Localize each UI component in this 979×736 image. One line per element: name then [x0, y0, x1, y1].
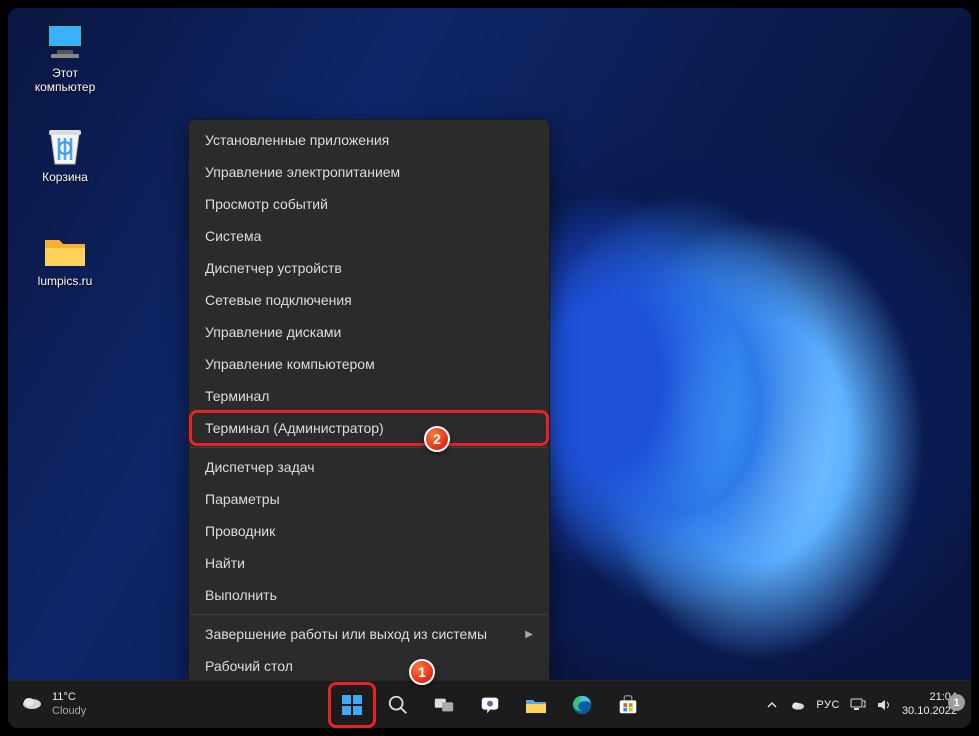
folder-icon	[41, 228, 89, 272]
menu-item-terminal-admin[interactable]: Терминал (Администратор)	[189, 412, 549, 444]
windows-logo-icon	[340, 693, 364, 717]
file-explorer-button[interactable]	[516, 685, 556, 725]
menu-item-device-manager[interactable]: Диспетчер устройств	[189, 252, 549, 284]
menu-separator	[190, 447, 548, 448]
search-button[interactable]	[378, 685, 418, 725]
winx-context-menu: Установленные приложения Управление элек…	[188, 119, 550, 687]
pc-icon	[41, 20, 89, 64]
start-button[interactable]	[332, 685, 372, 725]
edge-icon	[571, 694, 593, 716]
weather-temp: 11°C	[52, 691, 86, 704]
taskbar-right: РУС 21:04 30.10.2022	[764, 691, 957, 717]
search-icon	[387, 694, 409, 716]
menu-separator	[190, 614, 548, 615]
menu-item-terminal[interactable]: Терминал	[189, 380, 549, 412]
weather-icon	[20, 690, 44, 718]
chat-icon	[479, 694, 501, 716]
recycle-bin-icon	[41, 124, 89, 168]
weather-condition: Cloudy	[52, 705, 86, 718]
chevron-right-icon: ▶	[525, 629, 533, 640]
desktop-icon-recycle-bin[interactable]: Корзина	[26, 124, 104, 184]
menu-item-task-manager[interactable]: Диспетчер задач	[189, 451, 549, 483]
folder-icon	[524, 693, 548, 717]
store-button[interactable]	[608, 685, 648, 725]
menu-item-desktop[interactable]: Рабочий стол	[189, 650, 549, 682]
menu-item-explorer[interactable]: Проводник	[189, 515, 549, 547]
menu-item-installed-apps[interactable]: Установленные приложения	[189, 124, 549, 156]
menu-item-run[interactable]: Выполнить	[189, 579, 549, 611]
volume-icon[interactable]	[876, 697, 892, 713]
task-view-icon	[433, 694, 455, 716]
desktop-icon-label: lumpics.ru	[26, 274, 104, 288]
desktop-icon-this-pc[interactable]: Этот компьютер	[26, 20, 104, 95]
menu-item-search[interactable]: Найти	[189, 547, 549, 579]
callout-badge-1: 1	[409, 659, 435, 685]
menu-item-system[interactable]: Система	[189, 220, 549, 252]
store-icon	[617, 694, 639, 716]
taskbar-weather-widget[interactable]: 11°C Cloudy	[20, 690, 86, 718]
chat-button[interactable]	[470, 685, 510, 725]
menu-item-network-connections[interactable]: Сетевые подключения	[189, 284, 549, 316]
onedrive-tray-icon[interactable]	[790, 697, 806, 713]
menu-item-power-options[interactable]: Управление электропитанием	[189, 156, 549, 188]
task-view-button[interactable]	[424, 685, 464, 725]
notification-count-badge[interactable]: 1	[948, 694, 965, 711]
menu-item-shutdown-signout[interactable]: Завершение работы или выход из системы ▶	[189, 618, 549, 650]
desktop-icon-folder[interactable]: lumpics.ru	[26, 228, 104, 288]
taskbar: 11°C Cloudy	[8, 680, 971, 728]
menu-item-disk-management[interactable]: Управление дисками	[189, 316, 549, 348]
language-indicator[interactable]: РУС	[816, 699, 840, 711]
desktop-icon-label: Корзина	[26, 170, 104, 184]
desktop-icon-label: Этот компьютер	[26, 66, 104, 95]
menu-item-event-viewer[interactable]: Просмотр событий	[189, 188, 549, 220]
network-icon[interactable]	[850, 697, 866, 713]
edge-button[interactable]	[562, 685, 602, 725]
taskbar-center	[332, 685, 648, 725]
chevron-up-icon[interactable]	[764, 697, 780, 713]
menu-item-computer-management[interactable]: Управление компьютером	[189, 348, 549, 380]
menu-item-settings[interactable]: Параметры	[189, 483, 549, 515]
callout-badge-2: 2	[424, 426, 450, 452]
